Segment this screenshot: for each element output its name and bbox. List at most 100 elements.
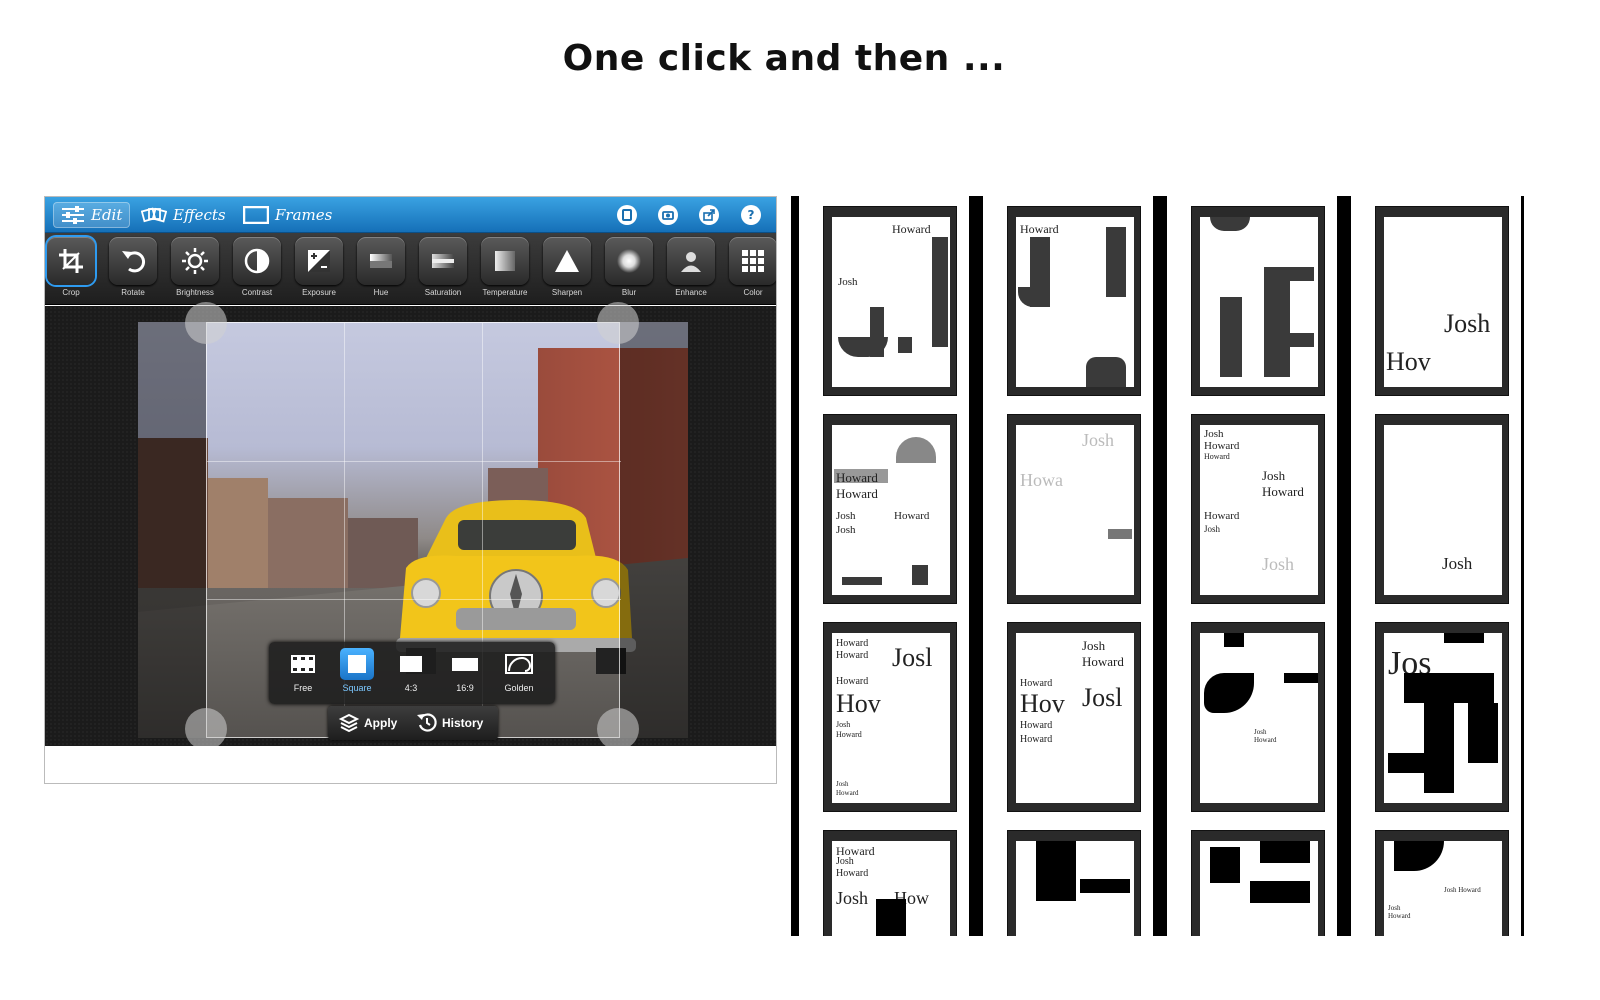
- crop-grid-line: [207, 461, 621, 462]
- crop-handle-top-left[interactable]: [185, 302, 227, 344]
- crop-handle-bottom-left[interactable]: [185, 708, 227, 750]
- help-icon[interactable]: ?: [741, 205, 761, 225]
- tool-rotate[interactable]: Rotate: [107, 237, 159, 301]
- poster-text: Howard: [836, 470, 878, 485]
- poster-text: Howard: [1204, 440, 1240, 452]
- tool-sharpen[interactable]: Sharpen: [541, 237, 593, 301]
- copy-icon[interactable]: [617, 205, 637, 225]
- poster-text: Josh: [836, 780, 849, 788]
- ratio-16-9[interactable]: 16:9: [441, 648, 489, 700]
- poster: Howard Josh: [823, 206, 957, 396]
- poster-column: Howard Josh Howa Josh Howard Howard Hov …: [983, 196, 1153, 936]
- tool-crop[interactable]: Crop: [45, 237, 97, 301]
- poster-text: Josh: [836, 720, 851, 729]
- rotate-icon: [122, 251, 145, 273]
- enhance-icon: [681, 252, 701, 272]
- tool-hue[interactable]: Hue: [355, 237, 407, 301]
- square-ratio-icon: [348, 655, 366, 673]
- letter-shape: [898, 337, 912, 353]
- slide-title: One click and then ...: [562, 38, 1006, 79]
- sliders-icon: [62, 206, 84, 224]
- ratio-square[interactable]: Square: [333, 648, 381, 700]
- poster-column: Howard Josh Howard Howard Josh Howard Jo…: [799, 196, 969, 936]
- poster: Howard Howard Josh Howard Josh: [823, 414, 957, 604]
- tab-edit-label: Edit: [91, 206, 123, 224]
- tool-sharpen-label: Sharpen: [551, 288, 583, 297]
- poster: Howard: [1007, 206, 1141, 396]
- poster-text: Josl: [1082, 683, 1123, 712]
- tool-enhance[interactable]: Enhance: [665, 237, 717, 301]
- apply-button[interactable]: Apply: [338, 712, 397, 734]
- letter-shape: [876, 899, 906, 936]
- tool-rotate-label: Rotate: [121, 288, 145, 297]
- crop-handle-top-right[interactable]: [597, 302, 639, 344]
- poster: Josh Howard Howard Josh Howard Howard Jo…: [1191, 414, 1325, 604]
- ratio-free[interactable]: Free: [279, 648, 327, 700]
- share-icon[interactable]: [699, 205, 719, 225]
- letter-shape: [1284, 673, 1318, 683]
- letter-shape: [1106, 227, 1126, 297]
- letter-shape: [1108, 529, 1132, 539]
- tool-saturation-label: Saturation: [424, 288, 462, 297]
- tool-saturation[interactable]: Saturation: [417, 237, 469, 301]
- poster-text: Josh: [836, 888, 869, 908]
- contrast-icon: [244, 248, 270, 274]
- poster-text: Hov: [836, 689, 881, 718]
- saturation-icon: [432, 254, 454, 268]
- exposure-icon: [308, 250, 330, 272]
- poster: [1191, 206, 1325, 396]
- poster-text: Hov: [1386, 347, 1431, 376]
- poster-text: Josl: [892, 643, 933, 672]
- crop-mask-right: [620, 322, 688, 738]
- poster: Josh Howa: [1007, 414, 1141, 604]
- effects-icon: [141, 207, 167, 223]
- poster-text: Howard: [836, 789, 859, 797]
- letter-shape: [1264, 267, 1290, 377]
- apply-icon: [338, 713, 360, 733]
- tool-temperature[interactable]: Temperature: [479, 237, 531, 301]
- tab-effects[interactable]: Effects: [133, 202, 234, 228]
- crop-handle-bottom-right[interactable]: [597, 708, 639, 750]
- tool-color[interactable]: Color: [727, 237, 776, 301]
- history-button[interactable]: History: [416, 712, 483, 734]
- crop-mask-left: [138, 322, 206, 738]
- poster: Howard Josh Howard Josh How: [823, 830, 957, 936]
- tool-exposure-label: Exposure: [302, 288, 336, 297]
- poster-text: Howard: [892, 222, 931, 236]
- tool-contrast[interactable]: Contrast: [231, 237, 283, 301]
- history-label: History: [442, 716, 484, 730]
- tool-exposure[interactable]: Exposure: [293, 237, 345, 301]
- poster-text: Howard: [1020, 678, 1053, 689]
- letter-shape: [1210, 847, 1240, 883]
- tool-hue-label: Hue: [373, 288, 389, 297]
- ratio-golden[interactable]: Golden: [495, 648, 543, 700]
- golden-spiral-icon: [505, 654, 533, 674]
- tool-brightness[interactable]: Brightness: [169, 237, 221, 301]
- poster-text: Josh: [1082, 638, 1106, 653]
- action-bar: Apply History: [328, 706, 498, 740]
- letter-shape: [912, 565, 928, 585]
- poster-text: Howard: [1254, 736, 1277, 744]
- ratio-4-3[interactable]: 4:3: [387, 648, 435, 700]
- camera-icon[interactable]: [658, 205, 678, 225]
- sharpen-icon: [555, 250, 579, 272]
- poster-text: Josh: [1388, 904, 1401, 912]
- tool-blur[interactable]: Blur: [603, 237, 655, 301]
- poster-column: Josh Howard Howard Josh Howard Howard Jo…: [1167, 196, 1337, 936]
- poster-text: Howard: [1020, 734, 1053, 745]
- free-ratio-icon: [291, 655, 315, 673]
- ratio-golden-label: Golden: [504, 683, 534, 693]
- color-grid-icon: [742, 250, 764, 272]
- tab-edit[interactable]: Edit: [53, 202, 131, 228]
- letter-shape: [1260, 841, 1310, 863]
- tab-frames[interactable]: Frames: [235, 202, 340, 228]
- photo-editor-screenshot: Edit Effects Frames ? Crop Rotate Bright…: [44, 196, 777, 784]
- poster-text: Howard: [1204, 510, 1240, 522]
- poster: Jos: [1375, 622, 1509, 812]
- letter-shape: [1444, 633, 1484, 643]
- tool-temperature-label: Temperature: [482, 288, 528, 297]
- tab-frames-label: Frames: [275, 206, 333, 224]
- poster-text: Josh: [1444, 309, 1491, 338]
- letter-shape: [1424, 683, 1454, 793]
- temperature-icon: [495, 251, 515, 271]
